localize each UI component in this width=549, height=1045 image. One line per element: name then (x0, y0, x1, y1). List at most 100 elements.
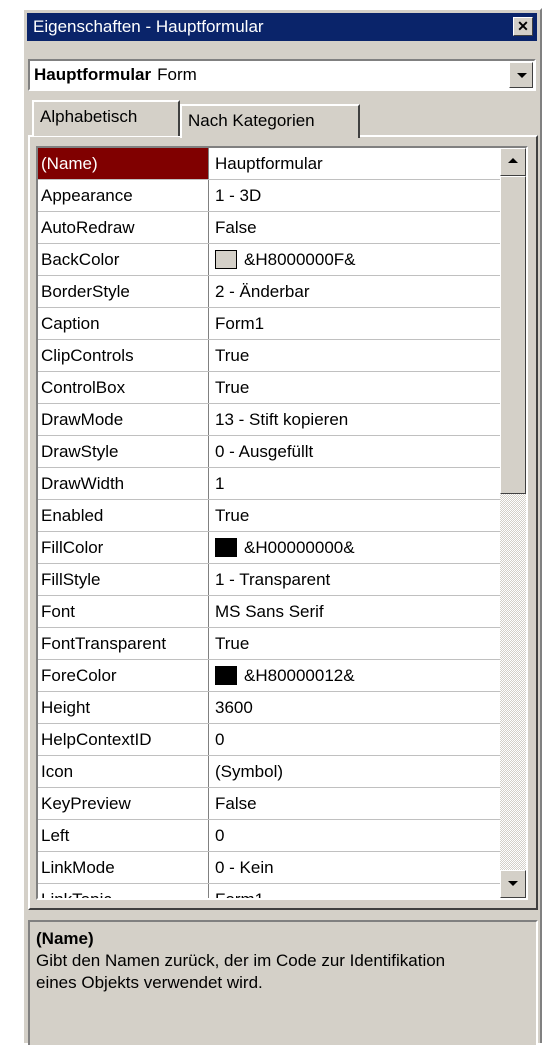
object-selector[interactable]: Hauptformular Form (28, 59, 536, 91)
property-value[interactable]: 0 (210, 820, 500, 851)
property-value-text: &H80000012& (244, 666, 355, 685)
property-row[interactable]: Font MS Sans Serif (38, 596, 500, 628)
property-value[interactable]: True (210, 500, 500, 531)
property-name[interactable]: Enabled (38, 500, 209, 531)
property-name[interactable]: DrawMode (38, 404, 209, 435)
property-value[interactable]: 13 - Stift kopieren (210, 404, 500, 435)
property-value[interactable]: True (210, 340, 500, 371)
property-name[interactable]: AutoRedraw (38, 212, 209, 243)
property-row[interactable]: HelpContextID 0 (38, 724, 500, 756)
property-value[interactable]: True (210, 372, 500, 403)
property-value-text: True (215, 506, 250, 525)
chevron-down-icon (517, 73, 527, 78)
property-value[interactable]: 0 - Kein (210, 852, 500, 883)
property-value[interactable]: False (210, 212, 500, 243)
property-name[interactable]: ControlBox (38, 372, 209, 403)
property-name[interactable]: Height (38, 692, 209, 723)
properties-window: Eigenschaften - Hauptformular ✕ Hauptfor… (22, 8, 542, 1045)
scroll-down-button[interactable] (500, 870, 526, 898)
property-row[interactable]: AutoRedraw False (38, 212, 500, 244)
property-value-text: 2 - Änderbar (215, 282, 310, 301)
property-value[interactable]: &H80000012& (210, 660, 500, 691)
property-row[interactable]: DrawMode 13 - Stift kopieren (38, 404, 500, 436)
property-name[interactable]: Font (38, 596, 209, 627)
property-name[interactable]: FontTransparent (38, 628, 209, 659)
property-value[interactable]: &H00000000& (210, 532, 500, 563)
scroll-up-button[interactable] (500, 148, 526, 176)
property-value[interactable]: 1 - Transparent (210, 564, 500, 595)
property-row[interactable]: LinkMode 0 - Kein (38, 852, 500, 884)
scrollbar-thumb[interactable] (500, 176, 526, 494)
property-value[interactable]: True (210, 628, 500, 659)
property-row[interactable]: FillColor &H00000000& (38, 532, 500, 564)
property-value-text: 0 - Kein (215, 858, 274, 877)
property-row[interactable]: Enabled True (38, 500, 500, 532)
property-value-text: &H8000000F& (244, 250, 356, 269)
property-value[interactable]: 0 (210, 724, 500, 755)
description-text: Gibt den Namen zurück, der im Code zur I… (36, 951, 446, 992)
object-selector-dropdown-button[interactable] (509, 62, 533, 88)
property-value[interactable]: 1 (210, 468, 500, 499)
property-value[interactable]: 2 - Änderbar (210, 276, 500, 307)
property-value[interactable]: 3600 (210, 692, 500, 723)
property-row[interactable]: ClipControls True (38, 340, 500, 372)
property-name[interactable]: (Name) (38, 148, 209, 179)
property-row[interactable]: FillStyle 1 - Transparent (38, 564, 500, 596)
property-row[interactable]: (Name) Hauptformular (38, 148, 500, 180)
property-value-text: True (215, 378, 250, 397)
property-name[interactable]: Caption (38, 308, 209, 339)
property-row[interactable]: BorderStyle 2 - Änderbar (38, 276, 500, 308)
close-icon: ✕ (517, 18, 529, 34)
property-value[interactable]: Hauptformular (210, 148, 500, 179)
property-value-text: 1 - Transparent (215, 570, 331, 589)
property-name[interactable]: FillColor (38, 532, 209, 563)
property-value[interactable]: Form1 (210, 884, 500, 898)
close-button[interactable]: ✕ (513, 17, 533, 36)
property-value[interactable]: Form1 (210, 308, 500, 339)
property-value[interactable]: MS Sans Serif (210, 596, 500, 627)
property-value-text: True (215, 634, 250, 653)
property-row[interactable]: FontTransparent True (38, 628, 500, 660)
property-value[interactable]: 1 - 3D (210, 180, 500, 211)
tab-nach-kategorien[interactable]: Nach Kategorien (180, 104, 360, 138)
property-row[interactable]: Height 3600 (38, 692, 500, 724)
property-name[interactable]: FillStyle (38, 564, 209, 595)
property-name[interactable]: BorderStyle (38, 276, 209, 307)
property-row[interactable]: KeyPreview False (38, 788, 500, 820)
property-name[interactable]: LinkTopic (38, 884, 209, 898)
property-name[interactable]: ClipControls (38, 340, 209, 371)
tab-alphabetisch[interactable]: Alphabetisch (32, 100, 180, 136)
property-name[interactable]: BackColor (38, 244, 209, 275)
title-bar[interactable]: Eigenschaften - Hauptformular ✕ (27, 13, 537, 41)
property-row[interactable]: ForeColor &H80000012& (38, 660, 500, 692)
property-row[interactable]: Appearance 1 - 3D (38, 180, 500, 212)
property-value[interactable]: (Symbol) (210, 756, 500, 787)
property-row[interactable]: Left 0 (38, 820, 500, 852)
property-value-text: 0 (215, 826, 225, 845)
property-value-text: 0 - Ausgefüllt (215, 442, 314, 461)
property-value-text: 1 (215, 474, 225, 493)
property-name[interactable]: HelpContextID (38, 724, 209, 755)
property-name[interactable]: Icon (38, 756, 209, 787)
property-name[interactable]: KeyPreview (38, 788, 209, 819)
property-row[interactable]: ControlBox True (38, 372, 500, 404)
property-row[interactable]: DrawWidth 1 (38, 468, 500, 500)
property-name[interactable]: LinkMode (38, 852, 209, 883)
property-name[interactable]: Left (38, 820, 209, 851)
property-value[interactable]: &H8000000F& (210, 244, 500, 275)
property-name[interactable]: ForeColor (38, 660, 209, 691)
property-name[interactable]: Appearance (38, 180, 209, 211)
property-name[interactable]: DrawWidth (38, 468, 209, 499)
property-name[interactable]: DrawStyle (38, 436, 209, 467)
property-row[interactable]: DrawStyle 0 - Ausgefüllt (38, 436, 500, 468)
property-row[interactable]: BackColor &H8000000F& (38, 244, 500, 276)
property-value-text: True (215, 346, 250, 365)
property-value-text: False (215, 794, 257, 813)
property-row[interactable]: LinkTopic Form1 (38, 884, 500, 898)
property-row[interactable]: Caption Form1 (38, 308, 500, 340)
property-row[interactable]: Icon (Symbol) (38, 756, 500, 788)
property-value[interactable]: False (210, 788, 500, 819)
vertical-scrollbar[interactable] (500, 148, 526, 898)
property-value[interactable]: 0 - Ausgefüllt (210, 436, 500, 467)
color-swatch (215, 665, 237, 685)
